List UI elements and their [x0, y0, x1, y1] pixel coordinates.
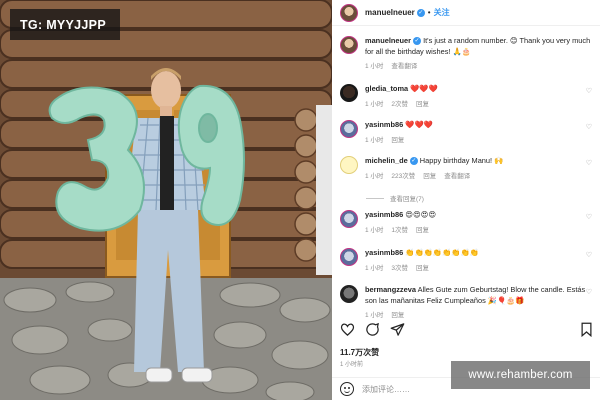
comment-time: 1 小时: [365, 172, 384, 180]
emoji-icon[interactable]: [340, 382, 354, 396]
comment-item: michelin_de ✓ Happy birthday Manu! 🙌 1 小时…: [340, 156, 596, 180]
commenter-avatar[interactable]: [340, 84, 358, 102]
verified-icon: ✓: [416, 8, 425, 17]
comment-likes[interactable]: 3次赞: [391, 265, 408, 272]
post-time: 1 小时前: [340, 362, 364, 368]
verified-icon: ✓: [413, 37, 422, 46]
share-send-icon[interactable]: [390, 322, 405, 337]
tg-overlay-label: TG: MYYJJPP: [10, 9, 120, 40]
reply-button[interactable]: 回复: [416, 227, 429, 234]
post-header: manuelneuer ✓ • 关注: [332, 0, 600, 26]
comment-time: 1 小时: [365, 226, 384, 234]
comment-text: 😍😍😍😍: [403, 210, 437, 219]
author-avatar[interactable]: [340, 3, 358, 22]
commenter-avatar[interactable]: [340, 285, 358, 303]
comment-item: yasinmb86 ❤️❤️❤️ 1 小时 回复 ♡: [340, 120, 596, 144]
view-replies-label: 查看回复(7): [390, 196, 424, 203]
comment-username[interactable]: gledia_toma: [365, 84, 408, 93]
comment-item: yasinmb86 👏👏👏👏👏👏👏👏 1 小时 3次赞 回复 ♡: [340, 248, 596, 272]
separator-dot: •: [427, 8, 431, 17]
like-heart-icon[interactable]: ♡: [586, 213, 592, 221]
comment-text: 👏👏👏👏👏👏👏👏: [403, 248, 479, 257]
comment-username[interactable]: yasinmb86: [365, 248, 403, 257]
likes-count[interactable]: 11.7万次赞: [340, 347, 379, 358]
view-replies-link[interactable]: 查看回复(7): [366, 193, 424, 203]
comment-item: gledia_toma ❤️❤️❤️ 1 小时 2次赞 回复 ♡: [340, 84, 596, 108]
comment-likes[interactable]: 1次赞: [391, 227, 408, 234]
comment-item: bermangzzeva Alles Gute zum Geburtstag! …: [340, 285, 596, 319]
reply-button[interactable]: 回复: [391, 312, 404, 319]
replies-divider: [366, 197, 384, 199]
translate-link[interactable]: 查看翻译: [444, 173, 470, 180]
caption-avatar[interactable]: [340, 36, 358, 54]
watermark: www.rehamber.com: [451, 361, 590, 389]
comment-text: ❤️❤️❤️: [403, 120, 433, 129]
like-heart-icon[interactable]: ♡: [586, 87, 592, 95]
comment-username[interactable]: bermangzzeva: [365, 285, 416, 294]
like-heart-icon[interactable]: ♡: [586, 123, 592, 131]
verified-icon: ✓: [409, 157, 418, 166]
action-bar: [340, 322, 405, 337]
comment-text: Happy birthday Manu! 🙌: [417, 156, 504, 165]
comment-time: 1 小时: [365, 264, 384, 272]
photo-scene: [0, 0, 332, 400]
post-photo: TG: MYYJJPP: [0, 0, 332, 400]
comment-username[interactable]: yasinmb86: [365, 120, 403, 129]
comment-text: ❤️❤️❤️: [408, 84, 438, 93]
comment-likes[interactable]: 223次赞: [391, 173, 415, 180]
reply-button[interactable]: 回复: [391, 137, 404, 144]
reply-button[interactable]: 回复: [423, 173, 436, 180]
post-caption: manuelneuer ✓ It's just a random number. …: [340, 36, 596, 70]
caption-time: 1 小时: [365, 63, 384, 70]
comment-username[interactable]: yasinmb86: [365, 210, 403, 219]
commenter-avatar[interactable]: [340, 120, 358, 138]
comment-item: yasinmb86 😍😍😍😍 1 小时 1次赞 回复 ♡: [340, 210, 596, 234]
add-comment-input[interactable]: 添加评论……: [362, 384, 410, 395]
like-heart-icon[interactable]: ♡: [586, 251, 592, 259]
commenter-avatar[interactable]: [340, 248, 358, 266]
comment-likes[interactable]: 2次赞: [391, 101, 408, 108]
author-username[interactable]: manuelneuer: [365, 8, 415, 17]
reply-button[interactable]: 回复: [416, 265, 429, 272]
reply-button[interactable]: 回复: [416, 101, 429, 108]
comment-time: 1 小时: [365, 136, 384, 144]
comment-time: 1 小时: [365, 100, 384, 108]
commenter-avatar[interactable]: [340, 156, 358, 174]
commenter-avatar[interactable]: [340, 210, 358, 228]
comment-bubble-icon[interactable]: [365, 322, 380, 337]
bookmark-icon[interactable]: [580, 322, 593, 337]
caption-username[interactable]: manuelneuer: [365, 36, 411, 45]
comment-username[interactable]: michelin_de: [365, 156, 408, 165]
follow-button[interactable]: 关注: [434, 7, 450, 18]
like-heart-icon[interactable]: ♡: [586, 159, 592, 167]
comments-panel: manuelneuer ✓ • 关注 manuelneuer ✓ It's jus…: [332, 0, 600, 400]
caption-translate-link[interactable]: 查看翻译: [391, 63, 417, 70]
comment-time: 1 小时: [365, 312, 384, 319]
like-heart-icon[interactable]: ♡: [586, 288, 592, 296]
like-heart-icon[interactable]: [340, 322, 355, 337]
